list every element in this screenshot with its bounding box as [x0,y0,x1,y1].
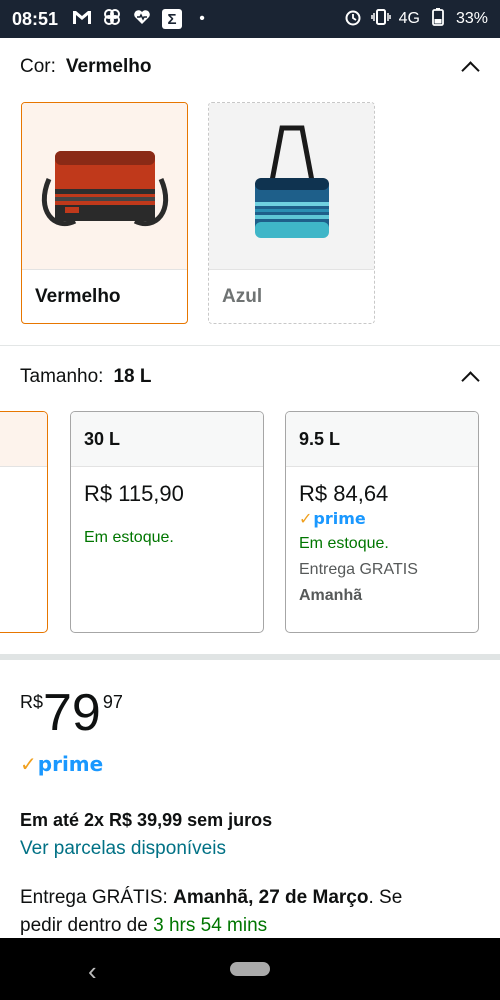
size-label: Tamanho: [20,366,104,387]
status-time: 08:51 [12,8,59,29]
color-section-header[interactable]: Cor: Vermelho [20,56,480,78]
blue-cooler-bag-image [209,103,374,269]
prime-badge: ✓ prime [20,752,104,776]
pinwheel-icon [102,8,122,31]
price-whole: 79 [43,684,101,742]
size-option-30l[interactable]: 30 L R$ 115,90 Em estoque. [70,411,264,633]
size-option-price: R$ 115,90 [84,481,184,506]
stock-status: Em estoque. [299,535,389,552]
chevron-up-icon[interactable] [460,57,480,77]
delivery-countdown: 3 hrs 54 mins [153,915,268,936]
prime-check-icon: ✓ [20,752,37,776]
color-option-label: Vermelho [22,269,187,323]
color-selected-value: Vermelho [65,56,152,77]
price-currency: R$ [20,692,44,712]
delivery-when: Amanhã [299,587,363,604]
color-option-label: Azul [209,269,374,323]
heart-pulse-icon [132,9,152,30]
size-option-price: R$ 84,64 [299,481,389,506]
section-divider [0,345,500,346]
alarm-icon [343,8,363,31]
vibrate-icon [370,8,391,30]
product-price: R$ 79 97 [20,686,123,740]
delivery-info: Entrega GRÁTIS: Amanhã, 27 de Março. Se [20,887,403,908]
size-selected-value: 18 L [113,366,152,387]
size-section-header[interactable]: Tamanho: 18 L [20,366,480,388]
color-option-vermelho[interactable]: Vermelho [21,102,188,324]
size-option-9-5l[interactable]: 9.5 L R$ 84,64 ✓ prime Em estoque. Entreg… [285,411,479,633]
back-icon[interactable]: ‹ [88,956,97,987]
stock-status: Em estoque. [84,529,174,546]
section-divider [0,654,500,660]
size-option-name: 30 L [71,412,263,467]
notification-dot-icon: • [199,10,205,27]
chevron-up-icon[interactable] [460,367,480,387]
red-cooler-bag-image [22,103,187,269]
gmail-icon [72,9,92,30]
color-option-azul[interactable]: Azul [208,102,375,324]
network-label: 4G [398,10,420,27]
prime-badge: ✓ prime [299,509,366,528]
system-nav-bar: ‹ [0,938,500,1000]
price-cents: 97 [102,692,123,712]
status-bar: 08:51 Σ • 4G 33% [0,0,500,38]
size-option-name: 9.5 L [286,412,478,467]
prime-check-icon: ✓ [299,509,313,528]
battery-icon [428,7,448,31]
home-pill-icon[interactable] [230,962,270,976]
shipping-text: Entrega GRATIS [299,561,418,578]
battery-percent: 33% [455,10,488,27]
delivery-date: Amanhã, 27 de Março [173,887,369,908]
sigma-app-icon: Σ [162,9,183,29]
installments-link[interactable]: Ver parcelas disponíveis [20,838,480,860]
color-label: Cor: [20,56,56,77]
size-option-18l-partial[interactable] [0,411,48,633]
installments-text: Em até 2x R$ 39,99 sem juros [20,810,273,830]
delivery-countdown-line: pedir dentro de 3 hrs 54 mins [20,915,268,936]
